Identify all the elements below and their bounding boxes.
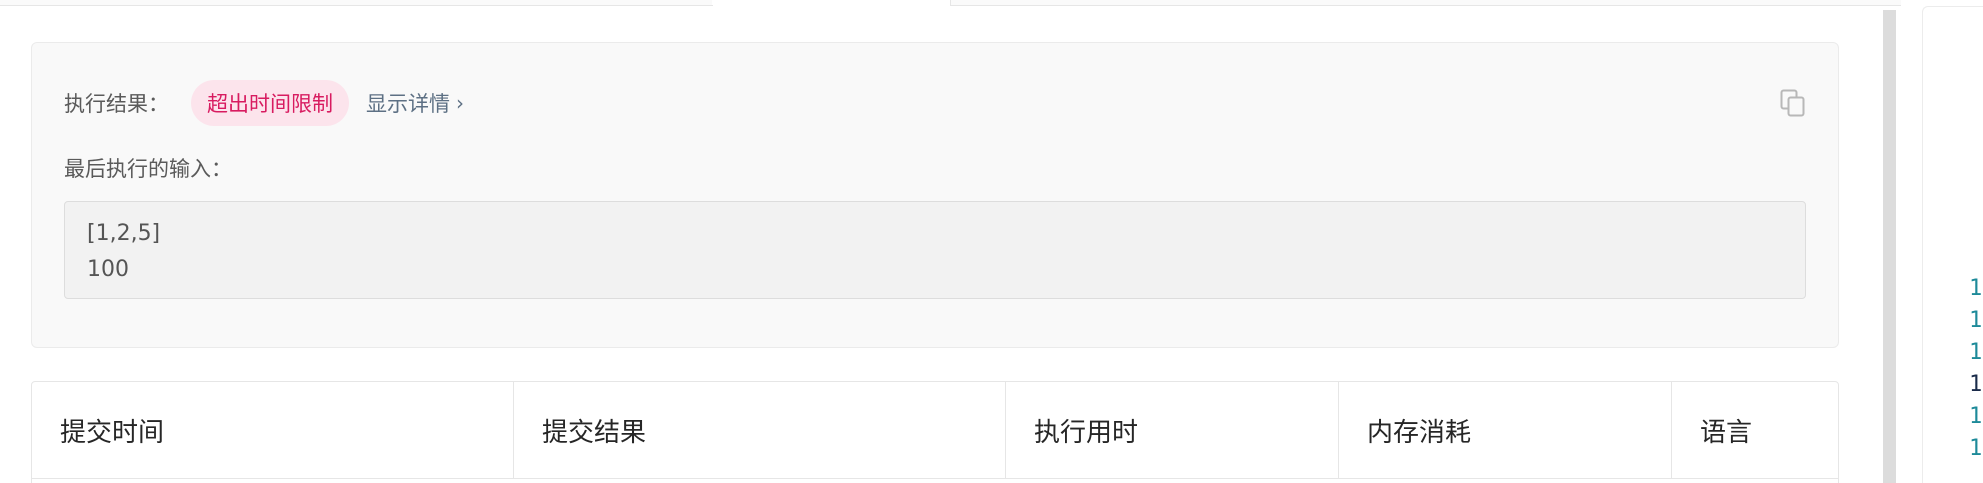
editor-line-numbers: 1 1 1 1 1 1 [1969, 273, 1982, 465]
page-root: 执行结果： 超出时间限制 显示详情 › 最后执行的输入： [1,2,5] 100… [0, 0, 1983, 483]
line-number: 1 [1969, 436, 1983, 461]
last-input-line: 100 [87, 257, 129, 282]
last-input-label: 最后执行的输入： [64, 157, 232, 181]
tab-active[interactable] [712, 0, 950, 5]
column-header-runtime[interactable]: 执行用时 [1006, 382, 1339, 478]
execution-result-row: 执行结果： 超出时间限制 显示详情 › [64, 79, 464, 127]
column-header-submit-result[interactable]: 提交结果 [514, 382, 1006, 478]
column-header-memory[interactable]: 内存消耗 [1339, 382, 1672, 478]
vertical-scrollbar[interactable] [1883, 10, 1896, 483]
show-details-link[interactable]: 显示详情 › [366, 88, 464, 118]
column-header-language[interactable]: 语言 [1672, 382, 1838, 478]
line-number: 1 [1969, 276, 1983, 301]
last-input-box: [1,2,5] 100 [64, 201, 1806, 299]
line-number: 1 [1969, 404, 1983, 429]
status-badge: 超出时间限制 [191, 80, 349, 126]
last-input-line: [1,2,5] [87, 221, 161, 246]
line-number: 1 [1969, 340, 1983, 365]
execution-result-label: 执行结果： [64, 92, 169, 116]
chevron-right-icon: › [456, 91, 464, 115]
line-number: 1 [1969, 308, 1983, 333]
column-header-submit-time[interactable]: 提交时间 [32, 382, 514, 478]
show-details-label: 显示详情 [366, 92, 450, 116]
execution-result-card: 执行结果： 超出时间限制 显示详情 › 最后执行的输入： [1,2,5] 100 [31, 42, 1839, 348]
code-editor-panel: 1 1 1 1 1 1 [1922, 6, 1983, 483]
copy-icon[interactable] [1780, 89, 1806, 117]
table-header-row: 提交时间 提交结果 执行用时 内存消耗 语言 [32, 382, 1838, 479]
line-number-current: 1 [1969, 372, 1983, 397]
submissions-table: 提交时间 提交结果 执行用时 内存消耗 语言 [31, 381, 1839, 483]
